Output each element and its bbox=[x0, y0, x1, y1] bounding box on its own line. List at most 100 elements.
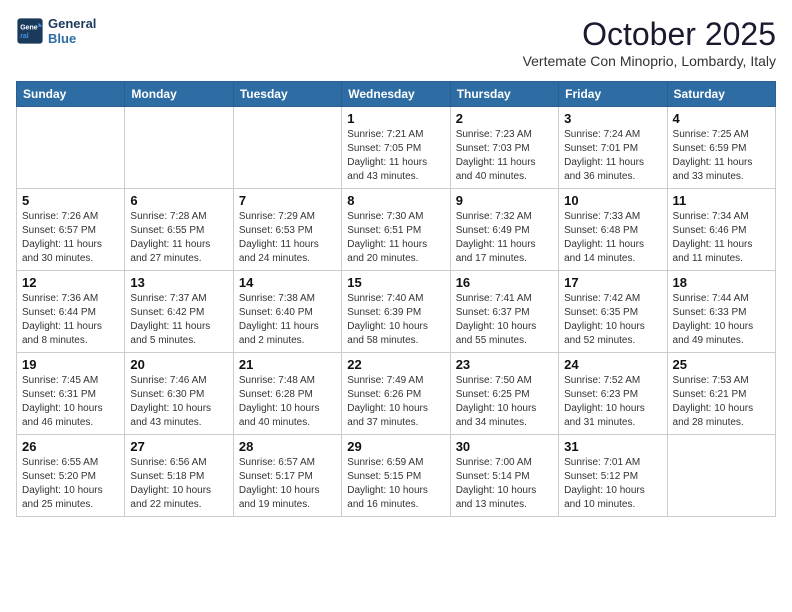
weekday-header-wednesday: Wednesday bbox=[342, 82, 450, 107]
weekday-header-tuesday: Tuesday bbox=[233, 82, 341, 107]
week-row-5: 26 Sunrise: 6:55 AM Sunset: 5:20 PM Dayli… bbox=[17, 435, 776, 517]
day-number: 1 bbox=[347, 111, 444, 126]
day-number: 21 bbox=[239, 357, 336, 372]
day-number: 26 bbox=[22, 439, 119, 454]
day-number: 25 bbox=[673, 357, 770, 372]
weekday-header-sunday: Sunday bbox=[17, 82, 125, 107]
calendar-cell: 8 Sunrise: 7:30 AM Sunset: 6:51 PM Daylig… bbox=[342, 189, 450, 271]
calendar-cell: 18Sunrise: 7:44 AM Sunset: 6:33 PM Dayli… bbox=[667, 271, 775, 353]
calendar-cell: 19Sunrise: 7:45 AM Sunset: 6:31 PM Dayli… bbox=[17, 353, 125, 435]
day-info: Sunrise: 7:36 AM Sunset: 6:44 PM Dayligh… bbox=[22, 292, 119, 348]
day-info: Sunrise: 7:53 AM Sunset: 6:21 PM Dayligh… bbox=[673, 374, 770, 430]
calendar-cell: 1 Sunrise: 7:21 AM Sunset: 7:05 PM Daylig… bbox=[342, 107, 450, 189]
svg-text:ral: ral bbox=[20, 33, 29, 40]
day-number: 31 bbox=[564, 439, 661, 454]
calendar-cell: 5Sunrise: 7:26 AM Sunset: 6:57 PM Daylig… bbox=[17, 189, 125, 271]
calendar-cell: 22 Sunrise: 7:49 AM Sunset: 6:26 PM Dayli… bbox=[342, 353, 450, 435]
weekday-header-saturday: Saturday bbox=[667, 82, 775, 107]
day-number: 11 bbox=[673, 193, 770, 208]
day-number: 30 bbox=[456, 439, 553, 454]
calendar-cell: 3 Sunrise: 7:24 AM Sunset: 7:01 PM Daylig… bbox=[559, 107, 667, 189]
day-info: Sunrise: 7:30 AM Sunset: 6:51 PM Dayligh… bbox=[347, 210, 444, 266]
day-info: Sunrise: 7:52 AM Sunset: 6:23 PM Dayligh… bbox=[564, 374, 661, 430]
day-info: Sunrise: 7:33 AM Sunset: 6:48 PM Dayligh… bbox=[564, 210, 661, 266]
calendar-cell bbox=[125, 107, 233, 189]
calendar-cell bbox=[233, 107, 341, 189]
day-info: Sunrise: 7:44 AM Sunset: 6:33 PM Dayligh… bbox=[673, 292, 770, 348]
title-block: October 2025 Vertemate Con Minoprio, Lom… bbox=[523, 16, 776, 69]
day-info: Sunrise: 7:45 AM Sunset: 6:31 PM Dayligh… bbox=[22, 374, 119, 430]
calendar-cell: 16 Sunrise: 7:41 AM Sunset: 6:37 PM Dayli… bbox=[450, 271, 558, 353]
day-info: Sunrise: 7:41 AM Sunset: 6:37 PM Dayligh… bbox=[456, 292, 553, 348]
month-title: October 2025 bbox=[523, 16, 776, 53]
week-row-2: 5Sunrise: 7:26 AM Sunset: 6:57 PM Daylig… bbox=[17, 189, 776, 271]
logo: Gene ral GeneralBlue bbox=[16, 16, 96, 46]
calendar-cell: 11 Sunrise: 7:34 AM Sunset: 6:46 PM Dayli… bbox=[667, 189, 775, 271]
day-info: Sunrise: 7:40 AM Sunset: 6:39 PM Dayligh… bbox=[347, 292, 444, 348]
logo-name: GeneralBlue bbox=[48, 16, 96, 46]
weekday-header-row: SundayMondayTuesdayWednesdayThursdayFrid… bbox=[17, 82, 776, 107]
day-info: Sunrise: 7:23 AM Sunset: 7:03 PM Dayligh… bbox=[456, 128, 553, 184]
day-info: Sunrise: 7:24 AM Sunset: 7:01 PM Dayligh… bbox=[564, 128, 661, 184]
calendar-cell: 26 Sunrise: 6:55 AM Sunset: 5:20 PM Dayli… bbox=[17, 435, 125, 517]
day-info: Sunrise: 7:49 AM Sunset: 6:26 PM Dayligh… bbox=[347, 374, 444, 430]
day-number: 2 bbox=[456, 111, 553, 126]
day-info: Sunrise: 7:26 AM Sunset: 6:57 PM Dayligh… bbox=[22, 210, 119, 266]
day-info: Sunrise: 7:50 AM Sunset: 6:25 PM Dayligh… bbox=[456, 374, 553, 430]
day-info: Sunrise: 6:59 AM Sunset: 5:15 PM Dayligh… bbox=[347, 456, 444, 512]
calendar-cell: 15 Sunrise: 7:40 AM Sunset: 6:39 PM Dayli… bbox=[342, 271, 450, 353]
calendar-cell: 6 Sunrise: 7:28 AM Sunset: 6:55 PM Daylig… bbox=[125, 189, 233, 271]
day-number: 28 bbox=[239, 439, 336, 454]
day-info: Sunrise: 7:01 AM Sunset: 5:12 PM Dayligh… bbox=[564, 456, 661, 512]
calendar-cell: 13 Sunrise: 7:37 AM Sunset: 6:42 PM Dayli… bbox=[125, 271, 233, 353]
day-info: Sunrise: 6:56 AM Sunset: 5:18 PM Dayligh… bbox=[130, 456, 227, 512]
day-number: 14 bbox=[239, 275, 336, 290]
week-row-3: 12 Sunrise: 7:36 AM Sunset: 6:44 PM Dayli… bbox=[17, 271, 776, 353]
day-info: Sunrise: 7:21 AM Sunset: 7:05 PM Dayligh… bbox=[347, 128, 444, 184]
calendar-cell: 21 Sunrise: 7:48 AM Sunset: 6:28 PM Dayli… bbox=[233, 353, 341, 435]
day-info: Sunrise: 7:48 AM Sunset: 6:28 PM Dayligh… bbox=[239, 374, 336, 430]
calendar-cell: 31 Sunrise: 7:01 AM Sunset: 5:12 PM Dayli… bbox=[559, 435, 667, 517]
day-number: 8 bbox=[347, 193, 444, 208]
calendar-cell bbox=[17, 107, 125, 189]
day-number: 15 bbox=[347, 275, 444, 290]
day-number: 12 bbox=[22, 275, 119, 290]
day-number: 27 bbox=[130, 439, 227, 454]
day-number: 16 bbox=[456, 275, 553, 290]
day-info: Sunrise: 7:28 AM Sunset: 6:55 PM Dayligh… bbox=[130, 210, 227, 266]
calendar-cell: 29 Sunrise: 6:59 AM Sunset: 5:15 PM Dayli… bbox=[342, 435, 450, 517]
calendar-cell: 14 Sunrise: 7:38 AM Sunset: 6:40 PM Dayli… bbox=[233, 271, 341, 353]
calendar-cell: 23Sunrise: 7:50 AM Sunset: 6:25 PM Dayli… bbox=[450, 353, 558, 435]
svg-text:Gene: Gene bbox=[20, 25, 38, 32]
day-info: Sunrise: 6:55 AM Sunset: 5:20 PM Dayligh… bbox=[22, 456, 119, 512]
location-subtitle: Vertemate Con Minoprio, Lombardy, Italy bbox=[523, 53, 776, 69]
calendar-cell: 2 Sunrise: 7:23 AM Sunset: 7:03 PM Daylig… bbox=[450, 107, 558, 189]
day-info: Sunrise: 7:29 AM Sunset: 6:53 PM Dayligh… bbox=[239, 210, 336, 266]
day-number: 13 bbox=[130, 275, 227, 290]
day-info: Sunrise: 7:42 AM Sunset: 6:35 PM Dayligh… bbox=[564, 292, 661, 348]
day-info: Sunrise: 7:34 AM Sunset: 6:46 PM Dayligh… bbox=[673, 210, 770, 266]
day-info: Sunrise: 7:37 AM Sunset: 6:42 PM Dayligh… bbox=[130, 292, 227, 348]
calendar-table: SundayMondayTuesdayWednesdayThursdayFrid… bbox=[16, 81, 776, 517]
week-row-4: 19Sunrise: 7:45 AM Sunset: 6:31 PM Dayli… bbox=[17, 353, 776, 435]
calendar-cell: 7Sunrise: 7:29 AM Sunset: 6:53 PM Daylig… bbox=[233, 189, 341, 271]
day-number: 22 bbox=[347, 357, 444, 372]
day-info: Sunrise: 7:46 AM Sunset: 6:30 PM Dayligh… bbox=[130, 374, 227, 430]
day-number: 17 bbox=[564, 275, 661, 290]
day-info: Sunrise: 6:57 AM Sunset: 5:17 PM Dayligh… bbox=[239, 456, 336, 512]
day-number: 6 bbox=[130, 193, 227, 208]
calendar-cell: 12 Sunrise: 7:36 AM Sunset: 6:44 PM Dayli… bbox=[17, 271, 125, 353]
day-number: 29 bbox=[347, 439, 444, 454]
calendar-cell: 10 Sunrise: 7:33 AM Sunset: 6:48 PM Dayli… bbox=[559, 189, 667, 271]
calendar-cell: 20Sunrise: 7:46 AM Sunset: 6:30 PM Dayli… bbox=[125, 353, 233, 435]
calendar-cell: 28 Sunrise: 6:57 AM Sunset: 5:17 PM Dayli… bbox=[233, 435, 341, 517]
day-info: Sunrise: 7:00 AM Sunset: 5:14 PM Dayligh… bbox=[456, 456, 553, 512]
day-info: Sunrise: 7:32 AM Sunset: 6:49 PM Dayligh… bbox=[456, 210, 553, 266]
weekday-header-monday: Monday bbox=[125, 82, 233, 107]
calendar-cell bbox=[667, 435, 775, 517]
day-number: 10 bbox=[564, 193, 661, 208]
calendar-cell: 17 Sunrise: 7:42 AM Sunset: 6:35 PM Dayli… bbox=[559, 271, 667, 353]
day-number: 3 bbox=[564, 111, 661, 126]
logo-icon: Gene ral bbox=[16, 17, 44, 45]
day-info: Sunrise: 7:38 AM Sunset: 6:40 PM Dayligh… bbox=[239, 292, 336, 348]
